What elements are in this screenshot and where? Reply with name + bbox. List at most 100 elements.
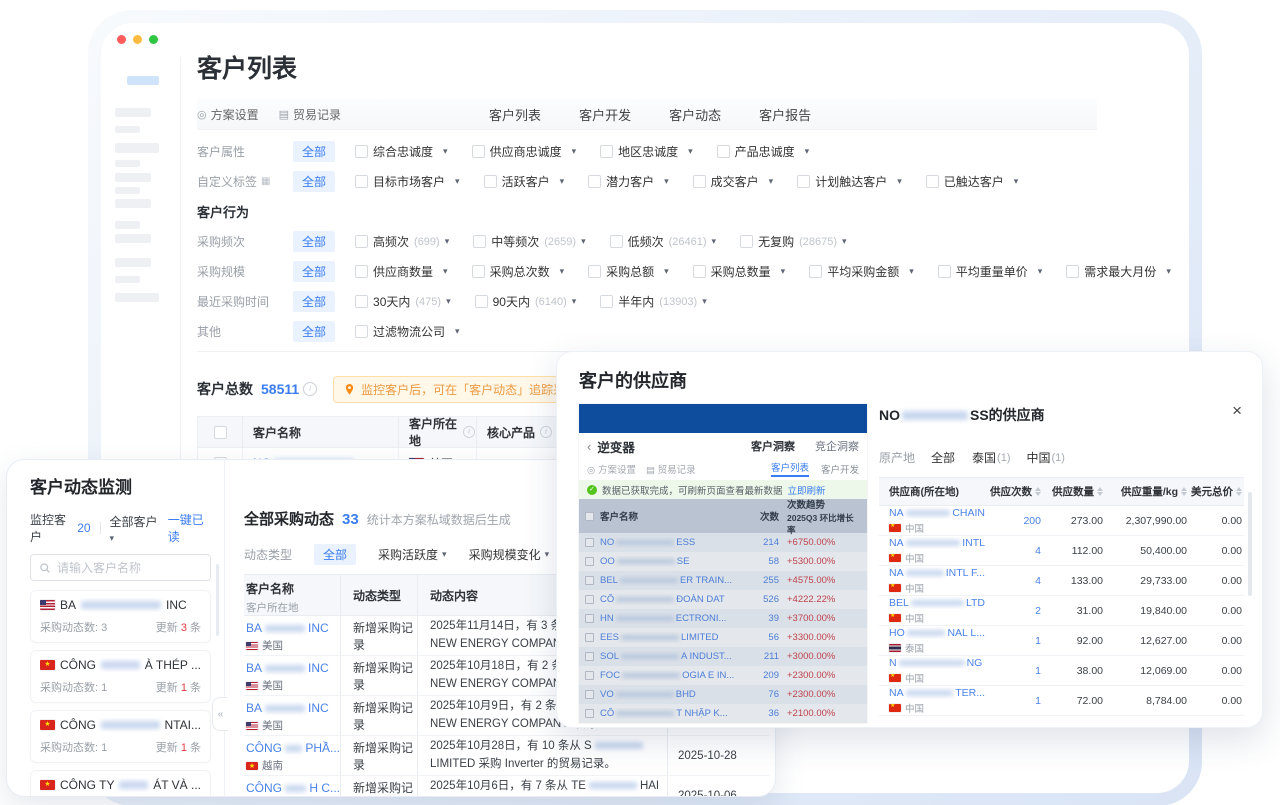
mini-table-row[interactable]: BEL ER TRAIN... 255 +4575.00% <box>579 571 867 590</box>
filter-item[interactable]: 采购总数量 ▾ <box>692 263 785 280</box>
row-checkbox[interactable] <box>585 652 594 661</box>
checkbox[interactable] <box>355 235 369 248</box>
customer-name-link[interactable]: CÔNG PHẦ... <box>246 741 340 755</box>
collapse-panel-button[interactable]: « <box>212 697 228 731</box>
monitored-customer-card[interactable]: CÔNG TY ÁT VÀ ... 采购动态数: 2 更新 2 <box>30 770 211 796</box>
checkbox[interactable] <box>474 295 488 308</box>
sort-icon[interactable] <box>1236 484 1242 499</box>
row-checkbox[interactable] <box>585 614 594 623</box>
checkbox[interactable] <box>355 325 369 338</box>
filter-item[interactable]: 高频次 (699) ▾ <box>355 233 449 250</box>
mini-table-row[interactable]: NO ESS 214 +6750.00% <box>579 533 867 552</box>
tab[interactable]: 客户列表 <box>489 99 541 129</box>
supplier-row[interactable]: N NG 中国 1 38.00 12,069.00 0. <box>879 656 1244 686</box>
mini-table-row[interactable]: SOL A INDUST... 211 +3000.00% <box>579 647 867 666</box>
dynamics-row[interactable]: CÔNG PHẦ... 越南 新增采购记录 <box>244 736 769 776</box>
dynamics-filter-dropdown[interactable]: 采购规模变化 ▾ <box>469 546 550 563</box>
row-checkbox[interactable] <box>585 633 594 642</box>
mini-table-row[interactable]: CÔ T NHẬP K... 36 +2100.00% <box>579 704 867 723</box>
filter-item[interactable]: 地区忠诚度 ▾ <box>600 143 693 160</box>
mini-trade-records[interactable]: ▤ 贸易记录 <box>646 462 696 476</box>
row-checkbox[interactable] <box>585 557 594 566</box>
mini-table-row[interactable]: HN ECTRONI... 39 +3700.00% <box>579 609 867 628</box>
supplier-name-link[interactable]: HO NAL L... <box>889 627 985 639</box>
filter-all-pill[interactable]: 全部 <box>293 171 336 192</box>
customer-name-link[interactable]: FOC OGIA E IN... <box>600 670 737 681</box>
mini-table-row[interactable]: EES LIMITED 56 +3300.00% <box>579 628 867 647</box>
checkbox[interactable] <box>473 235 487 248</box>
mini-tab-customer-dev[interactable]: 客户开发 <box>821 462 859 476</box>
dynamics-filter-dropdown[interactable]: 采购活跃度 ▾ <box>378 546 447 563</box>
tab[interactable]: 客户报告 <box>759 99 811 129</box>
supplier-row[interactable]: NA INTL F... 中国 4 133.00 29,733.00 <box>879 566 1244 596</box>
checkbox[interactable] <box>355 295 369 308</box>
filter-all-pill[interactable]: 全部 <box>293 261 336 282</box>
customer-name-link[interactable]: BA INC <box>246 621 340 635</box>
filter-item[interactable]: 潜力客户 ▾ <box>588 173 669 190</box>
mini-table-row[interactable]: FOC OGIA E IN... 209 +2300.00% <box>579 666 867 685</box>
checkbox[interactable] <box>471 145 485 158</box>
filter-item[interactable]: 计划触达客户 ▾ <box>797 173 902 190</box>
checkbox[interactable] <box>588 175 602 188</box>
customer-name-link[interactable]: VO BHD <box>600 689 737 700</box>
scrollbar[interactable] <box>1248 492 1252 596</box>
customer-name-link[interactable]: HN ECTRONI... <box>600 613 737 624</box>
scope-dropdown[interactable]: 全部客户 ▾ <box>109 513 159 544</box>
mini-tab-competitor-insight[interactable]: 竞企洞察 <box>815 438 859 454</box>
filter-item[interactable]: 活跃客户 ▾ <box>483 173 564 190</box>
checkbox[interactable] <box>355 145 369 158</box>
customer-name-link[interactable]: CÔ T NHẬP K... <box>600 708 737 719</box>
supplier-name-link[interactable]: BEL LTD <box>889 597 985 609</box>
filter-item[interactable]: 半年内 (13903) ▾ <box>600 293 707 310</box>
filter-item[interactable]: 供应商忠诚度 ▾ <box>471 143 576 160</box>
origin-tab[interactable]: 中国 (1) <box>1027 449 1065 466</box>
checkbox[interactable] <box>1066 265 1080 278</box>
checkbox[interactable] <box>809 265 823 278</box>
checkbox[interactable] <box>925 175 939 188</box>
tab[interactable]: 客户动态 <box>669 99 721 129</box>
filter-all-pill[interactable]: 全部 <box>293 291 336 312</box>
plan-settings-button[interactable]: ◎ 方案设置 <box>197 106 259 123</box>
filter-all-pill[interactable]: 全部 <box>293 141 336 162</box>
filter-item[interactable]: 综合忠诚度 ▾ <box>355 143 448 160</box>
filter-item[interactable]: 已触达客户 ▾ <box>925 173 1018 190</box>
filter-item[interactable]: 90天内 (6140) ▾ <box>474 293 576 310</box>
checkbox[interactable] <box>740 235 754 248</box>
filter-item[interactable]: 采购总次数 ▾ <box>471 263 564 280</box>
filter-item[interactable]: 产品忠诚度 ▾ <box>716 143 809 160</box>
mini-table-row[interactable]: VO BHD 76 +2300.00% <box>579 685 867 704</box>
supplier-name-link[interactable]: N NG <box>889 657 985 669</box>
customer-name-link[interactable]: BA INC <box>246 701 340 715</box>
mini-table-row[interactable]: OO SE 58 +5300.00% <box>579 552 867 571</box>
filter-item[interactable]: 目标市场客户 ▾ <box>355 173 460 190</box>
mini-tab-customer-insight[interactable]: 客户洞察 <box>751 438 795 454</box>
filter-item[interactable]: 无复购 (28675) ▾ <box>740 233 847 250</box>
filter-item[interactable]: 平均重量单价 ▾ <box>937 263 1042 280</box>
filter-item[interactable]: 需求最大月份 ▾ <box>1066 263 1171 280</box>
customer-name-link[interactable]: CÔ ĐOÀN DAT <box>600 594 737 605</box>
supplier-name-link[interactable]: NA CHAIN <box>889 507 985 519</box>
filter-item[interactable]: 30天内 (475) ▾ <box>355 293 451 310</box>
back-icon[interactable]: ‹ <box>587 439 591 454</box>
search-input[interactable]: 请输入客户名称 <box>30 554 211 581</box>
supplier-row[interactable]: NA CHAIN 中国 200 273.00 2,307,990.00 <box>879 506 1244 536</box>
checkbox[interactable] <box>609 235 623 248</box>
checkbox[interactable] <box>588 265 602 278</box>
customer-name-link[interactable]: EES LIMITED <box>600 632 737 643</box>
select-all-checkbox[interactable] <box>585 511 594 521</box>
filter-item[interactable]: 过滤物流公司 ▾ <box>355 323 460 340</box>
mini-plan-settings[interactable]: ◎ 方案设置 <box>587 462 636 476</box>
monitored-customer-card[interactable]: BA INC 采购动态数: 3 更新 3 条 <box>30 590 211 643</box>
monitored-customer-card[interactable]: CÔNG À THÉP ... 采购动态数: 1 更新 1 <box>30 650 211 703</box>
filter-item[interactable]: 中等频次 (2659) ▾ <box>473 233 586 250</box>
mark-all-read-button[interactable]: 一键已读 <box>168 511 211 545</box>
checkbox[interactable] <box>716 145 730 158</box>
checkbox[interactable] <box>692 175 706 188</box>
row-checkbox[interactable] <box>585 538 594 547</box>
dynamics-row[interactable]: CÔNG H C... 越南 新增采购记录 <box>244 776 769 796</box>
row-checkbox[interactable] <box>585 576 594 585</box>
row-checkbox[interactable] <box>585 709 594 718</box>
checkbox[interactable] <box>600 145 614 158</box>
filter-all-pill[interactable]: 全部 <box>293 231 336 252</box>
customer-name-link[interactable]: NO ESS <box>600 537 737 548</box>
